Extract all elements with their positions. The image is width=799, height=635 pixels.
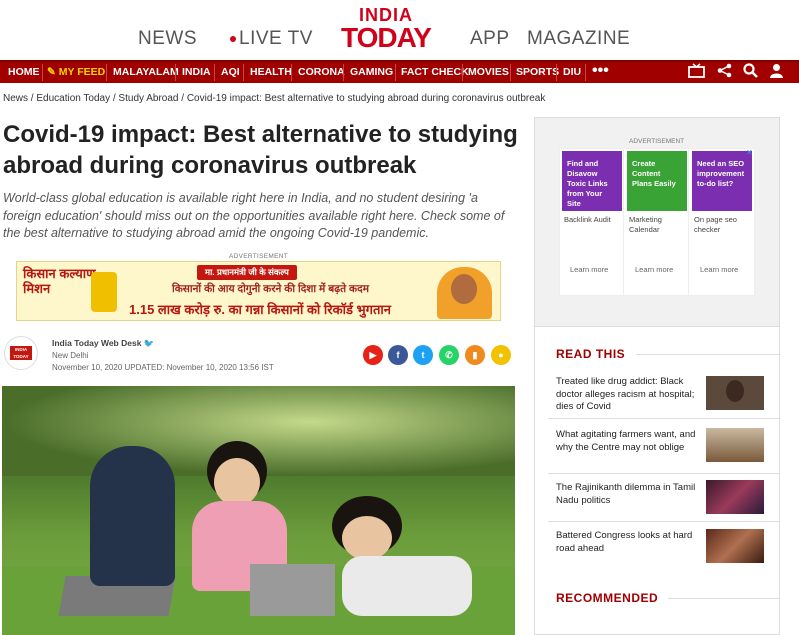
semrush-ad-panel: Find and Disavow Toxic Links from Your S… [559,148,755,296]
nav-gaming[interactable]: GAMING [350,66,393,78]
nav-myfeed[interactable]: ✎ MY FEED [47,66,105,78]
search-icon[interactable] [743,63,758,82]
youtube-share-icon[interactable]: ▶ [363,345,383,365]
nav-diu[interactable]: DIU [563,66,581,78]
author-name[interactable]: India Today Web Desk 🐦 [52,338,154,349]
read-this-thumb[interactable] [706,480,764,514]
ad-close-icon[interactable]: ✕ [746,148,753,157]
comment-icon[interactable]: ● [491,345,511,365]
breadcrumb[interactable]: News / Education Today / Study Abroad / … [3,93,545,104]
whatsapp-share-icon[interactable]: ✆ [439,345,459,365]
hindi-advertisement-banner[interactable]: किसान कल्याण मिशन मा. प्रधानमंत्री जी के… [16,261,501,321]
ad-middle-text: किसानों की आय दोगुनी करने की दिशा में बढ… [172,283,369,295]
main-nav-bar: HOME ✎ MY FEED MALAYALAM INDIA AQI HEALT… [0,60,799,83]
ad-portrait-face [451,274,477,304]
nav-factcheck[interactable]: FACT CHECK [401,66,469,78]
ad-label: ADVERTISEMENT [229,253,289,260]
tv-icon[interactable] [688,63,705,82]
topnav-app[interactable]: APP [470,28,510,50]
person-female-right [342,556,472,616]
nav-corona[interactable]: CORONA [298,66,345,78]
read-this-thumb[interactable] [706,376,764,410]
read-this-item[interactable]: What agitating farmers want, and why the… [556,429,702,454]
topnav-magazine[interactable]: MAGAZINE [527,28,630,50]
article-date: November 10, 2020 UPDATED: November 10, … [52,363,274,372]
read-this-thumb[interactable] [706,428,764,462]
india-today-logo[interactable]: INDIA TODAY [336,6,436,54]
bookmark-icon[interactable]: ▮ [465,345,485,365]
sidebar-advertisement[interactable]: ADVERTISEMENT Find and Disavow Toxic Lin… [534,117,780,327]
article-summary: World-class global education is availabl… [3,191,505,240]
recommended-heading: RECOMMENDED [556,591,659,605]
article-hero-image [2,386,515,635]
read-this-item[interactable]: Battered Congress looks at hard road ahe… [556,530,702,555]
author-avatar[interactable]: INDIA TODAY [4,336,38,370]
nav-home[interactable]: HOME [8,66,40,78]
side-ad-label: ADVERTISEMENT [629,138,685,145]
nav-health[interactable]: HEALTH [250,66,292,78]
nav-movies[interactable]: MOVIES [468,66,509,78]
person-male [90,446,175,586]
read-this-item[interactable]: Treated like drug addict: Black doctor a… [556,376,702,414]
top-header: NEWS LIVE TV INDIA TODAY APP MAGAZINE [0,0,799,60]
more-menu-icon[interactable]: ••• [592,62,609,80]
twitter-bird-icon: 🐦 [143,338,155,348]
topnav-livetv[interactable]: LIVE TV [230,28,313,50]
nav-sports[interactable]: SPORTS [516,66,559,78]
ad-card-marketing[interactable]: Create Content Plans Easily Marketing Ca… [625,149,689,295]
ad-pill-text: मा. प्रधानमंत्री जी के संकल्प [197,265,297,280]
india-today-mini-logo: INDIA TODAY [10,346,32,360]
facebook-share-icon[interactable]: f [388,345,408,365]
article-headline: Covid-19 impact: Best alternative to stu… [3,121,518,179]
user-icon[interactable] [769,63,784,82]
topnav-news[interactable]: NEWS [138,28,197,50]
nav-india[interactable]: INDIA [182,66,211,78]
read-this-heading: READ THIS [556,347,626,361]
ad-farmer-illustration [91,272,117,312]
ad-card-backlink[interactable]: Find and Disavow Toxic Links from Your S… [560,149,624,295]
nav-malayalam[interactable]: MALAYALAM [113,66,179,78]
author-location: New Delhi [52,351,89,360]
read-this-item[interactable]: The Rajinikanth dilemma in Tamil Nadu po… [556,482,702,507]
ad-card-seo[interactable]: Need an SEO improvement to-do list? On p… [690,149,754,295]
read-this-thumb[interactable] [706,529,764,563]
twitter-share-icon[interactable]: t [413,345,433,365]
pencil-icon: ✎ [47,66,59,78]
nav-aqi[interactable]: AQI [221,66,240,78]
ad-big-text: 1.15 लाख करोड़ रु. का गन्ना किसानों को र… [129,302,391,317]
laptop-right [250,564,335,616]
share-icon[interactable] [717,63,732,82]
live-dot-icon [230,35,236,42]
